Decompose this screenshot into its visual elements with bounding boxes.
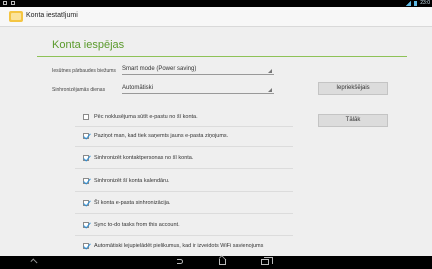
divider (75, 168, 293, 169)
clock: 23:0 (420, 0, 430, 6)
screenshot-icon (11, 1, 15, 5)
back-icon[interactable] (177, 259, 183, 264)
checkbox[interactable] (83, 177, 89, 184)
wifi-signal-icon (406, 1, 412, 6)
sync-days-select[interactable]: Automātiski (122, 84, 274, 94)
recent-apps-icon[interactable] (261, 257, 273, 265)
checkbox-label: Šī konta e-pasta sinhronizācija. (94, 199, 171, 206)
check-frequency-select[interactable]: Smart mode (Power saving) (122, 65, 274, 75)
home-icon[interactable] (219, 259, 226, 265)
app-title: Konta iestatījumi (26, 12, 78, 19)
checkbox[interactable] (83, 221, 89, 228)
dropdown-caret-icon (268, 69, 272, 73)
checkbox-row-auto-download[interactable]: Automātiski lejupielādēt pielikumus, kad… (83, 241, 263, 250)
battery-icon (414, 1, 418, 6)
divider (75, 126, 293, 127)
check-frequency-label: Iesūtnes pārbaudes biežums (52, 68, 116, 74)
checkbox-row-sync-calendar[interactable]: Sinhronizēt šī konta kalendāru. (83, 176, 170, 185)
checkbox-label: Automātiski lejupielādēt pielikumus, kad… (94, 242, 264, 249)
checkbox-label: Sinhronizēt kontaktpersonas no šī konta. (94, 154, 194, 161)
notification-icons (3, 1, 15, 5)
checkbox[interactable] (83, 242, 89, 249)
checkbox-label: Sync to-do tasks from this account. (94, 221, 180, 228)
navigation-bar (0, 256, 432, 269)
status-bar: 23:0 (0, 0, 432, 7)
divider (75, 235, 293, 236)
dropdown-caret-icon (268, 88, 272, 92)
checkbox-row-notify[interactable]: Paziņot man, kad tiek saņemts jauns e-pa… (83, 131, 228, 140)
sync-days-value: Automātiski (122, 85, 154, 91)
checkbox-label: Sinhronizēt šī konta kalendāru. (94, 177, 170, 184)
checkbox[interactable] (83, 154, 89, 161)
page-title: Konta iespējas (52, 39, 125, 51)
checkbox-label: Paziņot man, kad tiek saņemts jauns e-pa… (94, 132, 229, 139)
checkbox-row-default-send[interactable]: Pēc noklusējuma sūtīt e-pastu no šī kont… (83, 112, 198, 121)
divider (75, 146, 293, 147)
email-app-icon[interactable] (9, 11, 23, 22)
divider (75, 191, 293, 192)
divider (75, 213, 293, 214)
check-frequency-value: Smart mode (Power saving) (122, 66, 197, 72)
chevron-up-icon[interactable] (30, 258, 38, 266)
previous-button[interactable]: Iepriekšējais (318, 82, 388, 95)
checkbox-row-sync-contacts[interactable]: Sinhronizēt kontaktpersonas no šī konta. (83, 153, 193, 162)
action-bar: Konta iestatījumi (0, 7, 432, 27)
status-icons: 23:0 (406, 0, 430, 7)
next-button[interactable]: Tālāk (318, 114, 388, 127)
checkbox[interactable] (83, 199, 89, 206)
sync-days-label: Sinhronizējamās dienas (52, 87, 106, 93)
heading-divider (37, 56, 407, 57)
checkbox-row-sync-tasks[interactable]: Sync to-do tasks from this account. (83, 220, 180, 229)
checkbox[interactable] (83, 113, 89, 120)
notification-icon (3, 1, 7, 5)
checkbox-row-sync-email[interactable]: Šī konta e-pasta sinhronizācija. (83, 198, 170, 207)
checkbox-label: Pēc noklusējuma sūtīt e-pastu no šī kont… (94, 113, 198, 120)
checkbox[interactable] (83, 132, 89, 139)
